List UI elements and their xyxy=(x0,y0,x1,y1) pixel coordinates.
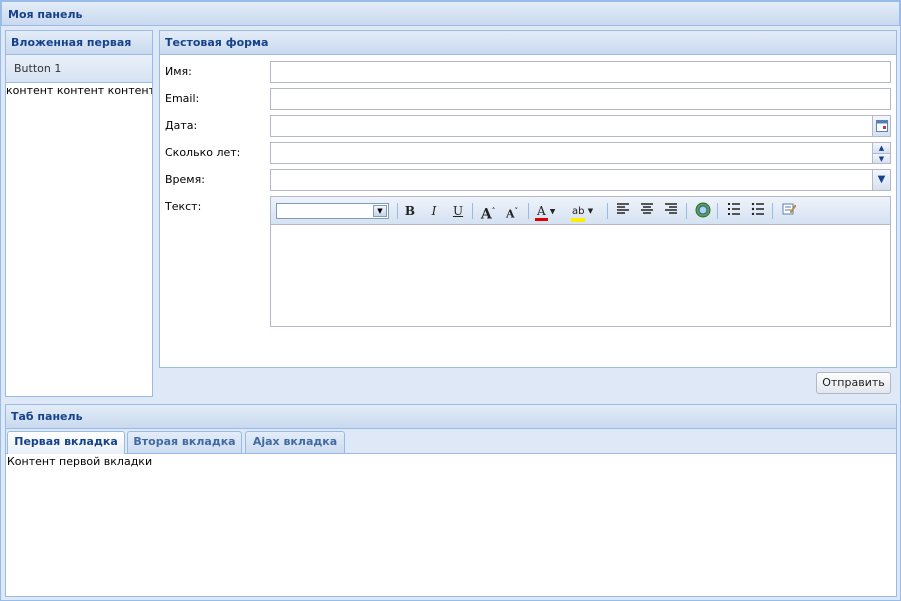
main-panel-title: Моя панель xyxy=(8,8,83,21)
font-family-select[interactable]: ▼ xyxy=(276,203,389,219)
highlight-button[interactable]: ab ▼ xyxy=(571,202,601,222)
nested-toolbar: Button 1 xyxy=(6,55,152,83)
shrink-font-glyph: A xyxy=(505,207,515,221)
main-panel: Моя панель Вложенная первая Button 1 кон… xyxy=(0,0,901,601)
tab-second[interactable]: Вторая вкладка xyxy=(127,431,242,453)
toolbar-separator xyxy=(472,203,473,219)
email-field[interactable] xyxy=(270,88,891,110)
link-icon[interactable] xyxy=(693,202,713,220)
age-field[interactable]: ▲ ▼ xyxy=(270,142,891,164)
time-field[interactable]: ▼ xyxy=(270,169,891,191)
text-label: Текст: xyxy=(165,200,202,213)
tab-first[interactable]: Первая вкладка xyxy=(7,431,125,454)
toolbar-separator xyxy=(717,203,718,219)
time-label: Время: xyxy=(165,173,205,186)
ordered-list-icon[interactable] xyxy=(724,202,744,220)
unordered-list-icon[interactable] xyxy=(748,202,768,220)
align-center-icon[interactable] xyxy=(637,202,657,220)
form-panel-header: Тестовая форма xyxy=(160,31,896,55)
email-label: Email: xyxy=(165,92,200,105)
spin-down-icon[interactable]: ▼ xyxy=(872,153,890,163)
form-panel-title: Тестовая форма xyxy=(165,36,269,49)
tab-panel-title: Таб панель xyxy=(11,410,83,423)
tab-panel-header: Таб панель xyxy=(6,405,896,429)
nested-panel: Вложенная первая Button 1 контент контен… xyxy=(5,30,153,397)
highlight-glyph: ab xyxy=(571,206,586,222)
tab-content: Контент первой вкладки xyxy=(5,453,897,597)
font-color-glyph: A xyxy=(535,204,548,221)
button-1[interactable]: Button 1 xyxy=(10,59,65,79)
toolbar-separator xyxy=(607,203,608,219)
align-right-icon[interactable] xyxy=(661,202,681,220)
align-left-icon[interactable] xyxy=(613,202,633,220)
grow-font-button[interactable]: A˄ xyxy=(478,202,498,223)
editor-body[interactable] xyxy=(271,225,890,325)
spin-up-icon[interactable]: ▲ xyxy=(872,143,890,153)
submit-button[interactable]: Отправить xyxy=(816,372,891,394)
tab-ajax[interactable]: Ajax вкладка xyxy=(245,431,345,453)
calendar-icon[interactable] xyxy=(872,116,890,136)
text-editor: ▼ B I U A˄ A˅ A ▼ ab ▼ xyxy=(270,196,891,327)
chevron-down-icon[interactable]: ▼ xyxy=(872,170,890,190)
main-panel-header: Моя панель xyxy=(1,1,900,26)
name-label: Имя: xyxy=(165,65,192,78)
underline-button[interactable]: U xyxy=(448,202,468,220)
font-color-button[interactable]: A ▼ xyxy=(535,202,563,221)
editor-toolbar: ▼ B I U A˄ A˅ A ▼ ab ▼ xyxy=(271,197,890,225)
toolbar-separator xyxy=(686,203,687,219)
nested-panel-title: Вложенная первая xyxy=(11,36,132,49)
bold-button[interactable]: B xyxy=(400,202,420,220)
age-label: Сколько лет: xyxy=(165,146,241,159)
nested-panel-header: Вложенная первая xyxy=(6,31,152,55)
italic-button[interactable]: I xyxy=(424,202,444,220)
tab-content-text: Контент первой вкладки xyxy=(7,455,153,468)
toolbar-separator xyxy=(772,203,773,219)
grow-font-glyph: A xyxy=(480,206,492,223)
date-field[interactable] xyxy=(270,115,891,137)
date-label: Дата: xyxy=(165,119,198,132)
shrink-font-button[interactable]: A˅ xyxy=(502,202,522,221)
toolbar-separator xyxy=(528,203,529,219)
toolbar-separator xyxy=(397,203,398,219)
nested-content: контент контент контент xyxy=(6,84,152,97)
chevron-down-icon: ▼ xyxy=(373,205,387,217)
source-edit-icon[interactable] xyxy=(779,202,799,220)
name-field[interactable] xyxy=(270,61,891,83)
